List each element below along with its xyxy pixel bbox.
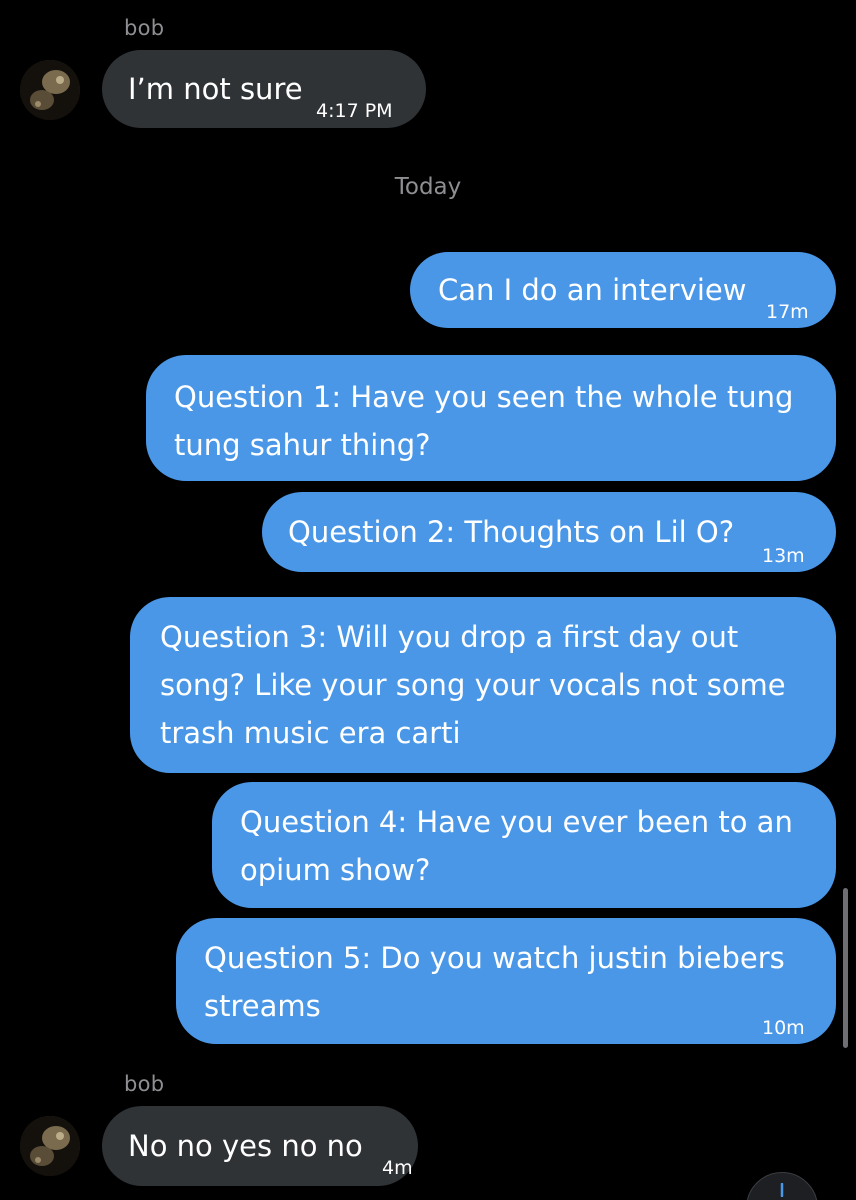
message-timestamp: 4m	[382, 1157, 413, 1179]
conversation-view[interactable]: bob I’m not sure 4:17 PM Today Can I do …	[0, 0, 856, 1200]
scrollbar[interactable]	[843, 888, 848, 1048]
message-line: song? Like your song your vocals not som…	[160, 668, 786, 702]
message-line: Question 5: Do you watch justin biebers	[204, 941, 785, 975]
sender-name: bob	[124, 16, 165, 40]
message-bubble-outgoing[interactable]: Question 3: Will you drop a first day ou…	[130, 597, 836, 773]
message-line: Question 3: Will you drop a first day ou…	[160, 620, 739, 654]
message-line: Question 1: Have you seen the whole tung	[174, 380, 794, 414]
message-line: Question 4: Have you ever been to an	[240, 805, 793, 839]
message-bubble-outgoing[interactable]: Can I do an interview 17m	[410, 252, 836, 328]
message-line: opium show?	[240, 853, 431, 887]
avatar[interactable]	[20, 60, 80, 120]
message-bubble-incoming[interactable]: No no yes no no 4m	[102, 1106, 418, 1186]
message-text: I’m not sure	[128, 72, 303, 106]
message-bubble-outgoing[interactable]: Question 1: Have you seen the whole tung…	[146, 355, 836, 481]
message-bubble-outgoing[interactable]: Question 5: Do you watch justin biebers …	[176, 918, 836, 1044]
message-line: streams	[204, 989, 321, 1023]
date-separator: Today	[394, 174, 462, 200]
message-bubble-outgoing[interactable]: Question 2: Thoughts on Lil O? 13m	[262, 492, 836, 572]
message-bubble-incoming[interactable]: I’m not sure 4:17 PM	[102, 50, 426, 128]
message-bubble-outgoing[interactable]: Question 4: Have you ever been to an opi…	[212, 782, 836, 908]
message-timestamp: 4:17 PM	[316, 100, 393, 122]
avatar-image	[20, 1116, 80, 1176]
message-text: Question 2: Thoughts on Lil O?	[288, 515, 735, 549]
message-timestamp: 17m	[766, 301, 809, 323]
message-timestamp: 13m	[762, 545, 805, 567]
chevron-down-icon	[780, 1183, 784, 1197]
scroll-to-bottom-button[interactable]	[746, 1172, 818, 1200]
message-text: No no yes no no	[128, 1129, 363, 1163]
message-line: tung sahur thing?	[174, 428, 431, 462]
avatar-image	[20, 60, 80, 120]
avatar[interactable]	[20, 1116, 80, 1176]
message-timestamp: 10m	[762, 1017, 805, 1039]
message-line: trash music era carti	[160, 716, 461, 750]
sender-name: bob	[124, 1072, 165, 1096]
message-text: Can I do an interview	[438, 273, 747, 307]
